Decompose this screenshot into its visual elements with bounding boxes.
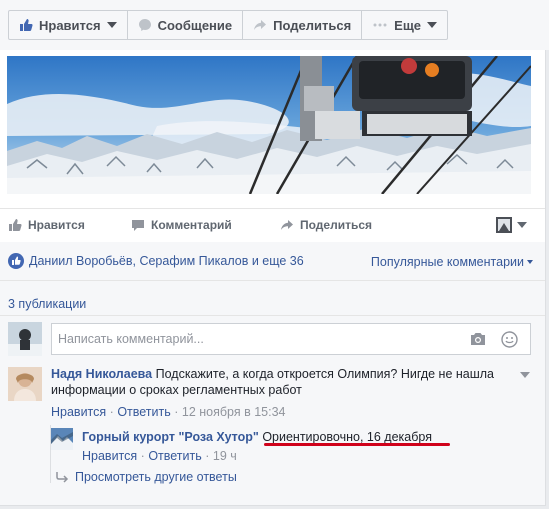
post-like-button[interactable]: Нравится [8, 218, 85, 232]
view-more-replies-link[interactable]: Просмотреть другие ответы [55, 470, 237, 484]
publications-link[interactable]: 3 публикации [8, 297, 86, 311]
likes-names-link[interactable]: Даниил Воробьёв, Серафим Пикалов и еще 3… [29, 254, 304, 268]
post-as-selector[interactable] [496, 217, 527, 233]
thumbs-up-icon [20, 19, 33, 31]
post-card: Нравится Комментарий Поделиться Даниил В… [0, 50, 546, 506]
cable-car-image [7, 56, 531, 194]
reply-like-link[interactable]: Нравится [82, 449, 137, 463]
comment-options-chevron-icon[interactable] [520, 372, 530, 378]
page-action-bar: Нравится Сообщение Поделиться Еще [0, 0, 549, 50]
comment-reply-link[interactable]: Ответить [117, 405, 170, 419]
commenter-avatar[interactable] [8, 367, 42, 401]
page-avatar-icon [496, 217, 512, 233]
post-actions-bar: Нравится Комментарий Поделиться [0, 208, 545, 244]
comments-section: Даниил Воробьёв, Серафим Пикалов и еще 3… [0, 242, 545, 505]
page-like-button[interactable]: Нравится [9, 11, 128, 39]
view-more-replies-label: Просмотреть другие ответы [75, 470, 237, 484]
post-comment-button[interactable]: Комментарий [131, 218, 232, 232]
post-comment-label: Комментарий [151, 218, 232, 232]
more-label: Еще [394, 17, 422, 33]
page-share-label: Поделиться [273, 17, 352, 33]
reply-time[interactable]: 19 ч [213, 449, 237, 463]
comment-sort-dropdown[interactable]: Популярные комментарии [371, 255, 533, 269]
reply-author[interactable]: Горный курорт "Роза Хутор" [82, 430, 259, 444]
comment-author[interactable]: Надя Николаева [51, 367, 152, 381]
reply-text: Ориентировочно, 16 декабря [262, 430, 432, 444]
comment-like-link[interactable]: Нравится [51, 405, 106, 419]
page-like-label: Нравится [39, 17, 101, 33]
camera-icon[interactable] [470, 332, 486, 346]
emoji-icon[interactable] [501, 331, 518, 348]
chevron-down-icon [517, 222, 527, 228]
post-like-label: Нравится [28, 218, 85, 232]
meta-separator: · [174, 405, 179, 419]
comment-sort-label: Популярные комментарии [370, 255, 524, 269]
meta-separator: · [140, 449, 145, 463]
meta-separator: · [109, 405, 114, 419]
page-share-button[interactable]: Поделиться [243, 11, 363, 39]
reply-reply-link[interactable]: Ответить [148, 449, 201, 463]
comment-icon [132, 220, 144, 231]
share-arrow-icon [254, 20, 267, 30]
highlight-underline [264, 443, 450, 446]
post-share-label: Поделиться [300, 218, 373, 232]
chevron-down-icon [106, 22, 117, 28]
current-user-avatar[interactable] [8, 322, 42, 356]
divider [0, 315, 545, 316]
message-label: Сообщение [157, 17, 233, 33]
more-button[interactable]: Еще [362, 11, 447, 39]
post-share-button[interactable]: Поделиться [280, 218, 372, 232]
divider [0, 280, 545, 281]
reply-arrow-icon [56, 472, 69, 483]
reply-meta: Нравится · Ответить · 19 ч [82, 448, 237, 464]
thumbs-up-icon [9, 219, 22, 231]
likes-summary: Даниил Воробьёв, Серафим Пикалов и еще 3… [8, 250, 533, 272]
meta-separator: · [205, 449, 210, 463]
like-reaction-icon [8, 253, 24, 269]
comment-time[interactable]: 12 ноября в 15:34 [182, 405, 286, 419]
share-arrow-icon [281, 220, 293, 230]
comment-body: Надя Николаева Подскажите, а когда откро… [51, 366, 521, 398]
post-photo[interactable] [7, 56, 531, 194]
messenger-icon [138, 19, 151, 31]
chevron-down-icon [427, 22, 438, 28]
more-dots-icon [373, 23, 387, 27]
message-button[interactable]: Сообщение [128, 11, 244, 39]
reply-author-avatar[interactable] [51, 428, 73, 450]
comment-input-box [51, 323, 531, 355]
comment-input[interactable] [52, 324, 438, 354]
chevron-down-icon [527, 260, 533, 264]
comment-meta: Нравится · Ответить · 12 ноября в 15:34 [51, 404, 286, 420]
page-buttons: Нравится Сообщение Поделиться Еще [8, 10, 449, 40]
